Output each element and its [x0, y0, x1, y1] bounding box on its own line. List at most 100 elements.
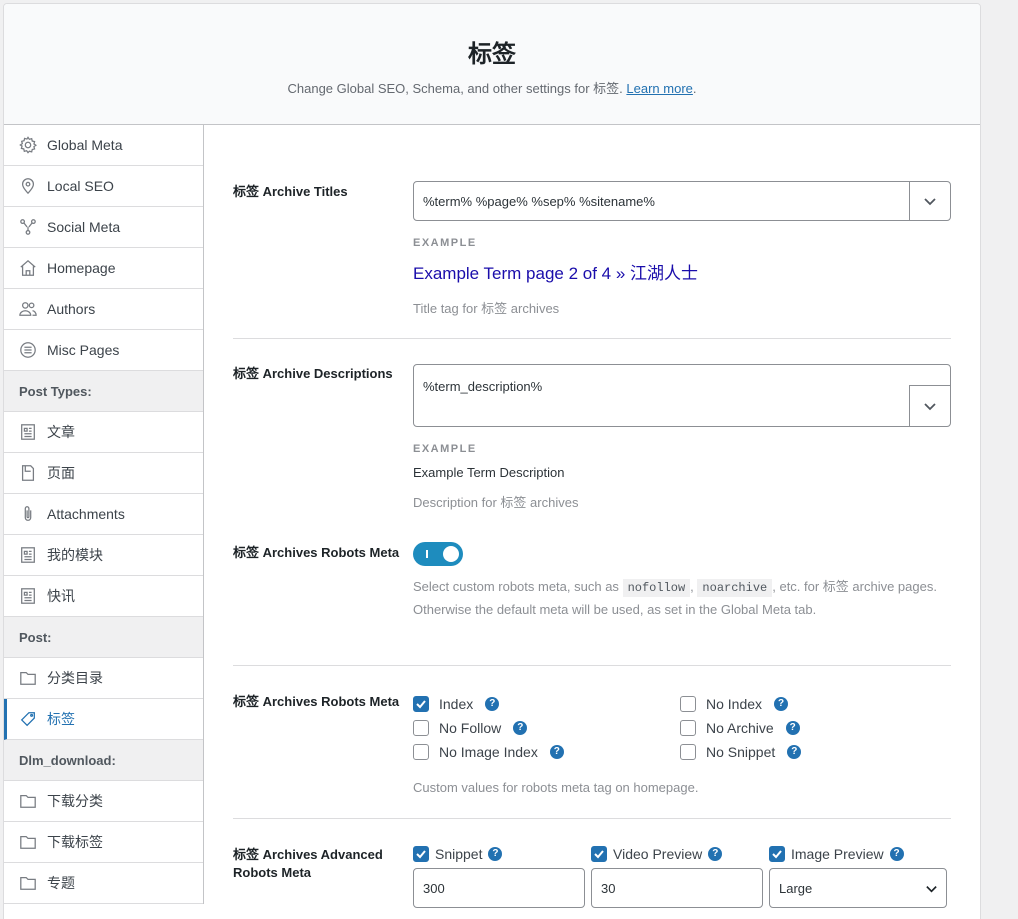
archive-descriptions-row: 标签 Archive Descriptions %term_descriptio…	[233, 339, 951, 539]
toggle-on-indicator	[426, 550, 428, 558]
help-icon[interactable]: ?	[889, 846, 904, 861]
sidebar-item-label: 专题	[47, 875, 75, 891]
checkbox-box[interactable]	[413, 719, 429, 736]
help-icon[interactable]: ?	[513, 720, 528, 735]
menu-circle-icon	[20, 342, 36, 358]
sidebar-item-label: 标签	[47, 711, 75, 727]
checkbox-label: No Index	[706, 695, 763, 712]
index-checkbox[interactable]: Index ?	[413, 695, 680, 712]
sidebar-item-label: 我的模块	[47, 547, 103, 563]
sidebar-item-attachments[interactable]: Attachments	[4, 494, 203, 535]
checkbox-box[interactable]	[680, 719, 696, 736]
video-preview-group: Video Preview ? 30	[591, 845, 763, 908]
checkbox-box[interactable]	[769, 845, 785, 862]
checkbox-box[interactable]	[413, 743, 429, 760]
sidebar-item-categories[interactable]: 分类目录	[4, 658, 203, 699]
video-preview-input[interactable]: 30	[591, 868, 763, 908]
help-icon[interactable]: ?	[488, 846, 503, 861]
checkbox-label: Index	[439, 695, 474, 712]
snippet-length-input[interactable]: 300	[413, 868, 585, 908]
checkbox-label: Image Preview	[791, 845, 884, 862]
help-icon[interactable]: ?	[787, 744, 802, 759]
page-title: 标签	[468, 41, 516, 68]
chevron-down-icon[interactable]	[909, 385, 950, 426]
archive-titles-select[interactable]: %term% %page% %sep% %sitename%	[413, 181, 951, 221]
nofollow-checkbox[interactable]: No Follow ?	[413, 719, 680, 736]
image-preview-select[interactable]: Large	[769, 868, 947, 908]
sidebar-item-label: Homepage	[47, 260, 116, 276]
checkbox-box[interactable]	[680, 695, 696, 712]
page-subtitle: Change Global SEO, Schema, and other set…	[4, 78, 980, 97]
sidebar-item-authors[interactable]: Authors	[4, 289, 203, 330]
sidebar-item-pages[interactable]: 页面	[4, 453, 203, 494]
advanced-robots-grid: Snippet ? 300 Video Preview ? 30 Image P…	[413, 845, 951, 908]
example-description: Example Term Description	[413, 465, 565, 480]
robots-toggle-row: 标签 Archives Robots Meta Select custom ro…	[233, 539, 951, 666]
nosnippet-checkbox[interactable]: No Snippet ?	[680, 743, 940, 760]
sidebar-item-global-meta[interactable]: Global Meta	[4, 125, 203, 166]
image-preview-group: Image Preview ? Large	[769, 845, 947, 908]
sidebar-item-local-seo[interactable]: Local SEO	[4, 166, 203, 207]
subtitle-period: .	[692, 81, 697, 96]
sidebar-item-label: Attachments	[47, 506, 125, 522]
location-icon	[21, 178, 35, 195]
checkbox-box[interactable]	[413, 845, 429, 862]
sidebar-item-label: 分类目录	[47, 670, 103, 686]
help-icon[interactable]: ?	[785, 720, 800, 735]
checkbox-label: No Image Index	[439, 743, 538, 760]
sidebar-item-misc-pages[interactable]: Misc Pages	[4, 330, 203, 371]
help-icon[interactable]: ?	[549, 744, 564, 759]
checkbox-label: Video Preview	[613, 845, 703, 862]
help-icon[interactable]: ?	[774, 696, 789, 711]
image-preview-value: Large	[779, 881, 813, 896]
settings-content: 标签 Archive Titles %term% %page% %sep% %s…	[233, 125, 951, 919]
sidebar-item-flash-news[interactable]: 快讯	[4, 576, 203, 617]
checkbox-label: No Follow	[439, 719, 502, 736]
archive-descriptions-textarea[interactable]: %term_description%	[413, 364, 951, 427]
sidebar-item-label: Authors	[47, 301, 96, 317]
example-label: EXAMPLE	[413, 237, 477, 249]
snippet-checkbox[interactable]: Snippet ?	[413, 845, 585, 862]
sidebar-item-posts[interactable]: 文章	[4, 412, 203, 453]
checkbox-box[interactable]	[413, 695, 429, 712]
noarchive-code: noarchive	[697, 579, 773, 597]
document-icon	[21, 588, 35, 604]
robots-meta-toggle[interactable]	[413, 542, 463, 566]
archive-descriptions-label: 标签 Archive Descriptions	[233, 366, 393, 381]
noarchive-checkbox[interactable]: No Archive ?	[680, 719, 940, 736]
video-preview-checkbox[interactable]: Video Preview ?	[591, 845, 763, 862]
archive-titles-value: %term% %page% %sep% %sitename%	[423, 194, 655, 209]
users-icon	[19, 302, 37, 316]
image-preview-checkbox[interactable]: Image Preview ?	[769, 845, 947, 862]
folder-icon	[20, 876, 36, 890]
learn-more-link[interactable]: Learn more	[626, 81, 692, 96]
gear-icon	[19, 136, 37, 154]
sidebar-item-social-meta[interactable]: Social Meta	[4, 207, 203, 248]
checkbox-label: Snippet	[435, 845, 483, 862]
archive-descriptions-help: Description for 标签 archives	[413, 495, 579, 510]
checkbox-box[interactable]	[680, 743, 696, 760]
document-icon	[21, 547, 35, 563]
sidebar-item-my-modules[interactable]: 我的模块	[4, 535, 203, 576]
sidebar-item-homepage[interactable]: Homepage	[4, 248, 203, 289]
help-icon[interactable]: ?	[485, 696, 500, 711]
noimageindex-checkbox[interactable]: No Image Index ?	[413, 743, 680, 760]
sidebar-item-download-categories[interactable]: 下载分类	[4, 781, 203, 822]
sidebar-item-topics[interactable]: 专题	[4, 863, 203, 904]
sidebar-heading-dlm: Dlm_download:	[4, 740, 203, 781]
sidebar: Global Meta Local SEO Social Meta Homepa…	[4, 125, 204, 904]
help-icon[interactable]: ?	[708, 846, 723, 861]
archive-descriptions-value: %term_description%	[423, 379, 543, 394]
share-icon	[20, 219, 36, 235]
robots-meta-row: 标签 Archives Robots Meta Index ? No Index…	[233, 666, 951, 819]
settings-panel: 标签 Change Global SEO, Schema, and other …	[3, 3, 981, 919]
sidebar-item-label: 下载分类	[47, 793, 103, 809]
sidebar-item-tags[interactable]: 标签	[4, 699, 203, 740]
chevron-down-icon[interactable]	[909, 182, 950, 220]
noindex-checkbox[interactable]: No Index ?	[680, 695, 940, 712]
checkbox-box[interactable]	[591, 845, 607, 862]
document-icon	[21, 424, 35, 440]
sidebar-item-download-tags[interactable]: 下载标签	[4, 822, 203, 863]
checkbox-label: No Snippet	[706, 743, 776, 760]
sidebar-heading-post: Post:	[4, 617, 203, 658]
